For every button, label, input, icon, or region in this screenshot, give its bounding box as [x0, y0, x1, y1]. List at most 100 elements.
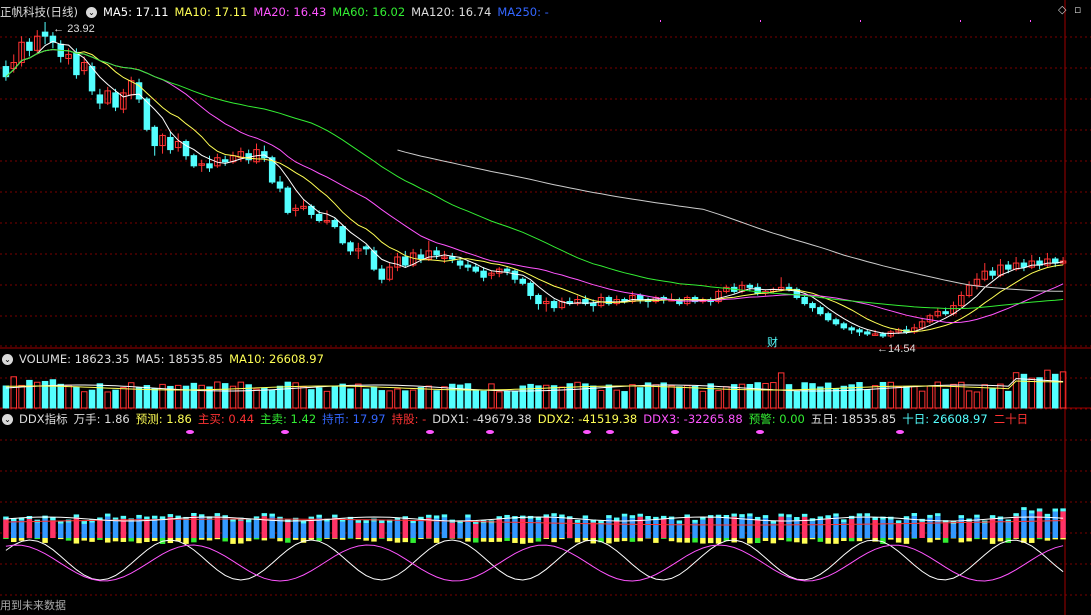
volume-bar: [621, 391, 628, 409]
ddx-bar: [480, 523, 487, 538]
ma20-line: [5, 48, 1064, 324]
volume-bar: [73, 386, 80, 409]
ddx-bar-cap: [245, 519, 252, 523]
ddx-bar: [551, 516, 557, 538]
ddx-header-item-3: 主买: 0.44: [197, 412, 255, 426]
ddx-bar-cap: [825, 515, 831, 519]
volume-bar: [237, 381, 245, 409]
footer-note: 用到未来数据: [0, 599, 66, 612]
ddx-header-item-11: 五日: 18535.85: [810, 412, 897, 426]
volume-bar: [10, 376, 17, 409]
collapse-icon[interactable]: ⌄: [2, 354, 13, 365]
ddx-bar: [65, 522, 72, 538]
candle-body: [989, 270, 996, 276]
ddx-bar: [895, 523, 902, 538]
ddx-neg-bar: [112, 538, 119, 542]
ddx-bar-cap: [613, 517, 620, 521]
ddx-bar: [277, 519, 283, 538]
volume-bar: [88, 389, 96, 409]
candle-body: [433, 250, 440, 256]
ddx-neg-bar: [512, 538, 518, 543]
ddx-bar: [386, 522, 393, 538]
ddx-header-item-9: DDX3: -32265.88: [643, 412, 743, 426]
ddx-bar: [402, 519, 409, 538]
ddx-bar: [723, 517, 730, 538]
ddx-bar-cap: [927, 514, 933, 518]
candle-body: [511, 270, 519, 280]
volume-bar: [824, 382, 832, 409]
ddx-neg-bar: [911, 538, 918, 539]
signal-tick: [760, 20, 761, 22]
ddx-neg-bar: [613, 538, 620, 542]
volume-bar: [707, 383, 714, 409]
ddx-bar: [379, 523, 385, 538]
ddx-signal-marker: [426, 430, 434, 434]
ddx-neg-bar: [480, 538, 487, 542]
volume-bar: [1044, 369, 1051, 409]
ddx-neg-bar: [817, 538, 824, 542]
ddx-neg-bar: [684, 538, 690, 543]
ddx-bar-cap: [1044, 513, 1051, 517]
volume-bar: [284, 381, 292, 409]
ddx-bar: [449, 522, 456, 538]
ddx-bar: [339, 521, 346, 538]
chart-canvas[interactable]: ← 23.92 ←14.54 财: [0, 0, 1091, 615]
restore-icon[interactable]: ▫: [1074, 3, 1081, 16]
ddx-bar: [1005, 522, 1012, 538]
ddx-bar-cap: [598, 520, 604, 524]
candle-body: [1005, 264, 1012, 270]
ddx-bar-cap: [1029, 510, 1035, 514]
candle-body: [550, 301, 558, 309]
ddx-neg-bar: [449, 538, 456, 539]
volume-bar: [801, 382, 808, 409]
ddx-bar: [363, 523, 369, 538]
volume-bar: [339, 383, 346, 409]
ddx-neg-bar: [198, 538, 205, 540]
ddx-bar: [292, 520, 299, 538]
collapse-icon[interactable]: ⌄: [2, 414, 13, 425]
ddx-bar-cap: [762, 515, 769, 519]
ddx-bar: [230, 521, 236, 538]
ddx-bar-cap: [895, 520, 902, 524]
ddx-neg-bar: [1013, 538, 1019, 539]
ddx-bar: [1036, 511, 1043, 538]
ddx-header-item-5: 持币: 17.97: [322, 412, 386, 426]
volume-bar: [1052, 373, 1059, 409]
ddx-bar-cap: [1052, 508, 1058, 512]
ddx-neg-bar: [637, 538, 643, 542]
volume-bar: [2, 385, 10, 409]
ddx-neg-bar: [801, 538, 808, 544]
ddx-bar: [457, 523, 463, 538]
ddx-bar: [825, 518, 831, 538]
volume-bar: [864, 389, 871, 409]
candle-body: [347, 242, 354, 252]
volume-bar: [527, 383, 534, 409]
ddx-bar: [684, 517, 690, 538]
ddx-neg-bar: [332, 538, 338, 539]
ddx-neg-bar: [786, 538, 792, 542]
ddx-bar-cap: [441, 514, 448, 518]
ddx-bar: [151, 518, 158, 538]
candle-body: [848, 327, 855, 331]
ddx-bar-cap: [778, 513, 784, 517]
diamond-icon[interactable]: ◇: [1058, 3, 1066, 16]
ddx-bar: [1052, 511, 1058, 538]
ddx-neg-bar: [394, 538, 401, 543]
ddx-neg-bar: [253, 538, 260, 540]
ddx-bar: [754, 519, 761, 538]
ddx-neg-bar: [410, 538, 416, 543]
ddx-bar: [206, 519, 213, 538]
ddx-neg-bar: [668, 538, 675, 542]
volume-bar: [918, 390, 926, 409]
volume-bar: [1036, 377, 1043, 409]
ddx3-line: [5, 544, 1064, 582]
collapse-icon[interactable]: ⌄: [85, 7, 97, 18]
ddx-bar: [175, 518, 181, 538]
ddx-bar-cap: [433, 515, 440, 519]
ddx-neg-bar: [989, 538, 996, 544]
volume-bar: [151, 388, 158, 409]
ddx-header-item-10: 预警: 0.00: [748, 412, 805, 426]
candle-body: [809, 303, 816, 309]
ddx-neg-bar: [238, 538, 244, 544]
ddx-neg-bar: [418, 538, 424, 540]
